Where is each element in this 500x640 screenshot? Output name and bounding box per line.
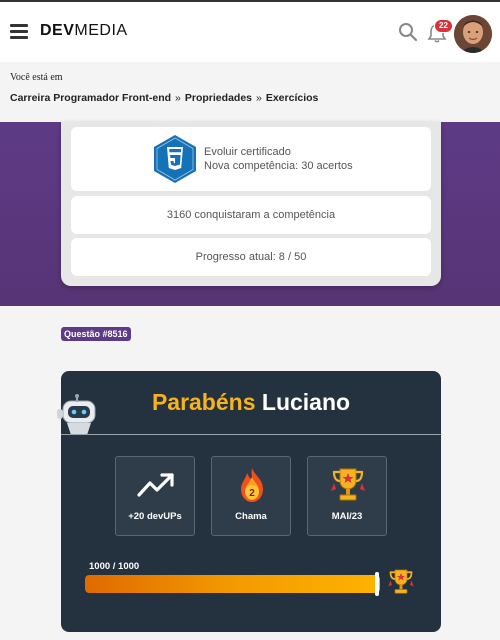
progress-cap [375, 572, 379, 596]
competency-card: Evoluir certificado Nova competência: 30… [61, 122, 441, 286]
trophy-tile: MAI/23 [307, 456, 387, 536]
breadcrumb: Você está em Carreira Programador Front-… [0, 62, 500, 122]
user-name: Luciano [261, 389, 351, 415]
breadcrumb-path: Carreira Programador Front-end » Proprieda… [10, 92, 318, 104]
trend-up-icon [137, 473, 174, 497]
certificate-text: Evoluir certificado Nova competência: 30… [204, 145, 353, 173]
logo[interactable]: DEVMEDIA [40, 22, 128, 40]
breadcrumb-separator: » [175, 92, 181, 104]
devups-tile: +20 devUPs [115, 456, 195, 536]
flame-tile: 2 Chama [211, 456, 291, 536]
progress-bar [85, 575, 380, 593]
search-icon[interactable] [398, 22, 418, 42]
divider [61, 434, 441, 435]
conquered-count: 3160 conquistaram a competência [71, 196, 431, 234]
trophy-icon [331, 468, 365, 501]
breadcrumb-lead: Você está em [10, 72, 63, 83]
breadcrumb-item-properties[interactable]: Propriedades [185, 92, 252, 104]
notification-badge: 22 [434, 19, 453, 33]
congrats-word: Parabéns [151, 389, 256, 415]
breadcrumb-separator: » [256, 92, 262, 104]
trophy-icon [388, 569, 414, 594]
current-progress: Progresso atual: 8 / 50 [71, 238, 431, 276]
menu-icon[interactable] [10, 24, 28, 40]
progress-label: 1000 / 1000 [89, 561, 140, 572]
progress-fill [85, 575, 380, 593]
flame-value: 2 [249, 488, 255, 499]
certificate-title: Evoluir certificado [204, 146, 291, 158]
certificate-box: Evoluir certificado Nova competência: 30… [71, 127, 431, 191]
congrats-panel: Parabéns Luciano +20 devUPs 2 Chama MAI/ [57, 371, 441, 632]
avatar[interactable] [454, 15, 492, 53]
certificate-requirement: Nova competência: 30 acertos [204, 160, 353, 172]
flame-icon: 2 [241, 468, 263, 502]
congrats-title: Parabéns Luciano [61, 389, 441, 416]
devups-label: +20 devUPs [128, 511, 182, 522]
trophy-label: MAI/23 [331, 511, 363, 522]
header: DEVMEDIA 22 [0, 2, 500, 62]
breadcrumb-item-career[interactable]: Carreira Programador Front-end [10, 92, 171, 104]
breadcrumb-item-exercises[interactable]: Exercícios [266, 92, 319, 104]
css3-icon [154, 135, 196, 183]
flame-label: Chama [235, 511, 267, 522]
question-tag: Questão #8516 [61, 327, 131, 341]
